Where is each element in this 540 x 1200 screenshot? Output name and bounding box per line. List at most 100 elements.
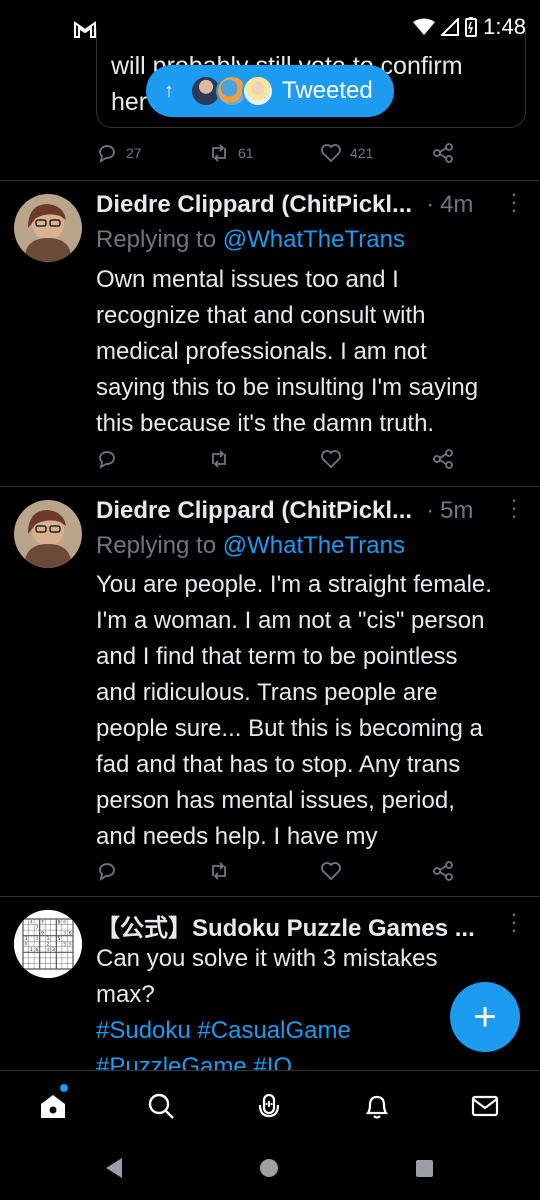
- sudoku-digit: 6: [69, 931, 72, 937]
- tweet-line: person has mental issues, period,: [96, 787, 455, 814]
- sudoku-digit: 3: [24, 936, 27, 942]
- gmail-notification-icon: [74, 21, 96, 38]
- tweet-line: people sure... But this is becoming a: [96, 715, 483, 742]
- tweet-text: You are people. I'm a straight female. I…: [96, 567, 526, 855]
- avatar[interactable]: [14, 194, 82, 262]
- compose-tweet-button[interactable]: +: [450, 982, 520, 1052]
- tweet-actions: [96, 444, 466, 474]
- tweet-header: 【公式】Sudoku Puzzle Games ... · · ·: [96, 903, 526, 943]
- tweet-time[interactable]: 4m: [440, 191, 473, 219]
- sudoku-digit: 9: [69, 942, 72, 948]
- tweet-line: recognize that and consult with: [96, 302, 426, 329]
- more-options-icon[interactable]: · · ·: [510, 903, 518, 941]
- avatar[interactable]: [14, 500, 82, 568]
- sudoku-digit: 3: [63, 931, 66, 937]
- share-icon: [433, 449, 453, 469]
- retweet-icon: [212, 144, 226, 162]
- tweet-actions: [96, 856, 466, 886]
- sudoku-digit: 4: [47, 947, 50, 953]
- divider: [0, 896, 540, 897]
- arrow-up-icon: ↑: [164, 79, 174, 102]
- home-icon[interactable]: [38, 1091, 68, 1121]
- tweet-line: fad and that has to stop. Any trans: [96, 751, 461, 778]
- tweet-line: medical professionals. I am not: [96, 338, 427, 365]
- recents-icon[interactable]: [416, 1160, 433, 1177]
- retweet-button[interactable]: [208, 448, 320, 470]
- heart-icon: [321, 450, 341, 469]
- unread-indicator: [60, 1084, 68, 1092]
- tweet-line: saying this to be insulting I'm saying: [96, 374, 479, 401]
- spaces-icon[interactable]: [254, 1091, 284, 1121]
- heart-icon: [321, 862, 341, 881]
- sudoku-digit: 5: [58, 936, 61, 942]
- replying-handle[interactable]: @WhatTheTrans: [223, 226, 405, 253]
- share-button[interactable]: [432, 860, 454, 882]
- home-circle-icon[interactable]: [260, 1159, 278, 1177]
- sudoku-digit: 7: [35, 925, 38, 931]
- tweet-text: Own mental issues too and I recognize th…: [96, 262, 526, 442]
- tweeted-label: Tweeted: [282, 77, 373, 104]
- sudoku-digit: 4: [35, 936, 38, 942]
- like-button[interactable]: 421: [320, 142, 432, 164]
- tweet-line: and ridiculous. Trans people are: [96, 679, 438, 706]
- like-button[interactable]: [320, 448, 432, 470]
- sudoku-digit: 2: [47, 942, 50, 948]
- sudoku-digit: 6: [63, 919, 66, 925]
- display-name[interactable]: 【公式】Sudoku Puzzle Games ...: [96, 908, 475, 943]
- notifications-icon[interactable]: [362, 1091, 392, 1121]
- tweet-line: Can you solve it with 3 mistakes: [96, 945, 438, 972]
- display-name[interactable]: Diedre Clippard (ChitPickl...: [96, 497, 412, 525]
- tweet-time[interactable]: 5m: [440, 497, 473, 525]
- tweet-line: Own mental issues too and I: [96, 266, 399, 293]
- sudoku-digit: 1: [47, 936, 50, 942]
- messages-icon[interactable]: [470, 1091, 500, 1121]
- heart-icon: [321, 144, 341, 163]
- search-icon[interactable]: [146, 1091, 176, 1121]
- tweet-line: and I find that term to be pointless: [96, 643, 458, 670]
- separator-dot: ·: [426, 191, 435, 218]
- pill-avatars: [190, 75, 274, 107]
- reply-count: 27: [126, 145, 142, 161]
- reply-button[interactable]: 27: [96, 142, 208, 164]
- retweet-icon: [212, 862, 226, 880]
- retweet-count: 61: [238, 145, 254, 161]
- sudoku-digit: 6: [35, 947, 38, 953]
- share-button[interactable]: [432, 448, 454, 470]
- sudoku-digit: 9: [41, 931, 44, 937]
- reply-button[interactable]: [96, 860, 208, 882]
- tweet-line: this because it's the damn truth.: [96, 410, 435, 437]
- reply-icon: [99, 145, 115, 163]
- display-name[interactable]: Diedre Clippard (ChitPickl...: [96, 191, 412, 219]
- replying-prefix: Replying to: [96, 226, 223, 253]
- avatar: [242, 75, 274, 107]
- divider: [0, 180, 540, 181]
- replying-handle[interactable]: @WhatTheTrans: [223, 532, 405, 559]
- bottom-navigation: [0, 1070, 540, 1140]
- sudoku-digit: 4: [30, 919, 33, 925]
- back-icon[interactable]: [106, 1158, 122, 1178]
- tweet-line: and needs help. I have my: [96, 823, 378, 850]
- like-button[interactable]: [320, 860, 432, 882]
- share-button[interactable]: [432, 142, 454, 164]
- share-icon: [433, 861, 453, 881]
- reply-icon: [99, 863, 115, 881]
- new-tweets-pill[interactable]: ↑ Tweeted: [146, 65, 394, 117]
- like-count: 421: [350, 145, 374, 161]
- avatar[interactable]: 47867936341582591643: [14, 910, 82, 978]
- retweet-button[interactable]: 61: [208, 142, 320, 164]
- sudoku-digit: 7: [41, 919, 44, 925]
- reply-button[interactable]: [96, 448, 208, 470]
- share-icon: [433, 143, 453, 163]
- replying-prefix: Replying to: [96, 532, 223, 559]
- more-options-icon[interactable]: · · ·: [510, 489, 518, 527]
- divider: [0, 486, 540, 487]
- sudoku-digit: 5: [63, 942, 66, 948]
- separator-dot: ·: [426, 497, 435, 524]
- sudoku-digit: 8: [24, 942, 27, 948]
- tweet-header: Diedre Clippard (ChitPickl... · 5m · · ·: [96, 489, 526, 528]
- more-options-icon[interactable]: · · ·: [510, 183, 518, 221]
- sudoku-digit: 3: [52, 947, 55, 953]
- tweet-line: I'm a woman. I am not a "cis" person: [96, 607, 485, 634]
- plus-icon: +: [473, 995, 497, 1039]
- retweet-button[interactable]: [208, 860, 320, 882]
